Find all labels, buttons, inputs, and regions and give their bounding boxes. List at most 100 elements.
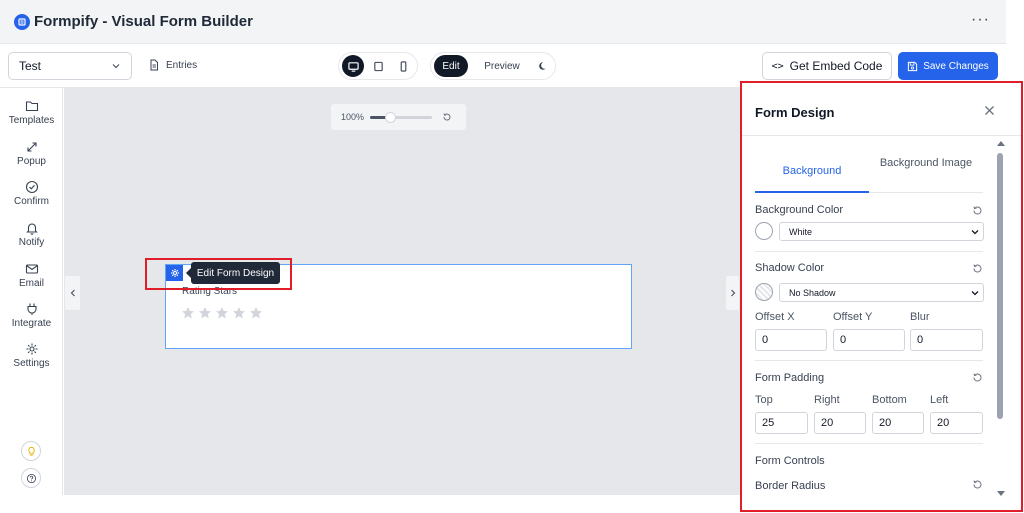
padding-top-label: Top bbox=[755, 394, 773, 406]
zoom-slider-thumb[interactable] bbox=[385, 111, 397, 123]
edit-mode-button[interactable]: Edit bbox=[434, 55, 468, 77]
document-icon bbox=[150, 59, 158, 71]
entries-link[interactable]: Entries bbox=[148, 59, 197, 71]
padding-left-input[interactable]: 20 bbox=[930, 412, 983, 434]
sidebar-item-confirm[interactable]: Confirm bbox=[0, 180, 63, 207]
scroll-down-arrow[interactable] bbox=[997, 491, 1005, 496]
app-title: Formpify - Visual Form Builder bbox=[34, 13, 253, 30]
save-label: Save Changes bbox=[923, 60, 989, 72]
scroll-up-arrow[interactable] bbox=[997, 141, 1005, 146]
sidebar-item-settings[interactable]: Settings bbox=[0, 342, 63, 369]
padding-right-input[interactable]: 20 bbox=[814, 412, 866, 434]
sidebar-item-integrate[interactable]: Integrate bbox=[0, 302, 63, 329]
form-canvas: 100% Rating Stars Edit Form Design bbox=[64, 88, 740, 495]
form-select[interactable]: Test bbox=[8, 52, 132, 80]
sidebar-item-label: Confirm bbox=[13, 196, 49, 207]
padding-top-input[interactable]: 25 bbox=[755, 412, 808, 434]
shadow-color-swatch[interactable] bbox=[755, 283, 773, 301]
reset-icon[interactable] bbox=[972, 263, 983, 274]
sidebar-item-templates[interactable]: Templates bbox=[0, 99, 63, 126]
padding-bottom-input[interactable]: 20 bbox=[872, 412, 924, 434]
padding-right-label: Right bbox=[814, 394, 840, 406]
reset-icon[interactable] bbox=[972, 372, 983, 383]
tab-background[interactable]: Background bbox=[755, 155, 869, 193]
sidebar-item-label: Integrate bbox=[11, 318, 52, 329]
collapse-sidebar-button[interactable] bbox=[64, 275, 81, 311]
preview-mode-button[interactable]: Preview bbox=[474, 55, 530, 77]
divider bbox=[755, 251, 983, 252]
offset-y-input[interactable]: 0 bbox=[833, 329, 905, 351]
background-color-swatch[interactable] bbox=[755, 222, 773, 240]
device-toggle-group bbox=[338, 52, 418, 80]
rating-stars[interactable] bbox=[181, 306, 266, 320]
form-padding-label: Form Padding bbox=[755, 372, 825, 384]
divider bbox=[755, 443, 983, 444]
help-icon bbox=[26, 473, 36, 483]
sidebar: Templates Popup Confirm Notify Email Int… bbox=[0, 88, 63, 495]
chevron-left-icon bbox=[70, 289, 75, 297]
sidebar-item-email[interactable]: Email bbox=[0, 262, 63, 289]
blur-input[interactable]: 0 bbox=[910, 329, 983, 351]
zoom-slider[interactable] bbox=[370, 111, 433, 123]
sidebar-item-label: Templates bbox=[8, 115, 55, 126]
form-design-panel: Form Design Background Background Image … bbox=[740, 81, 1023, 512]
folder-icon bbox=[25, 101, 38, 112]
offset-x-input[interactable]: 0 bbox=[755, 329, 827, 351]
panel-tabs: Background Background Image bbox=[755, 155, 983, 193]
padding-bottom-label: Bottom bbox=[872, 394, 907, 406]
monitor-icon bbox=[347, 61, 359, 72]
gear-icon bbox=[26, 343, 37, 355]
tablet-view-button[interactable] bbox=[367, 55, 389, 77]
offset-y-label: Offset Y bbox=[833, 311, 873, 323]
help-button[interactable] bbox=[21, 468, 41, 488]
highlight-box bbox=[145, 258, 292, 290]
star-icon[interactable] bbox=[249, 306, 263, 320]
shadow-color-value: No Shadow bbox=[789, 287, 836, 298]
star-icon[interactable] bbox=[215, 306, 229, 320]
chevron-down-icon bbox=[971, 230, 979, 235]
chevron-down-icon bbox=[112, 64, 120, 69]
mail-icon bbox=[25, 264, 38, 274]
reset-zoom-icon[interactable] bbox=[442, 112, 452, 122]
expand-panel-button[interactable] bbox=[725, 275, 740, 311]
reset-icon[interactable] bbox=[972, 205, 983, 216]
star-icon[interactable] bbox=[198, 306, 212, 320]
panel-title: Form Design bbox=[755, 105, 835, 120]
desktop-view-button[interactable] bbox=[342, 55, 364, 77]
star-icon[interactable] bbox=[181, 306, 195, 320]
phone-icon bbox=[400, 60, 406, 72]
save-changes-button[interactable]: Save Changes bbox=[898, 52, 998, 80]
sidebar-item-label: Email bbox=[18, 278, 44, 289]
lightbulb-icon bbox=[27, 446, 35, 456]
shadow-color-select[interactable]: No Shadow bbox=[779, 283, 984, 302]
background-color-select[interactable]: White bbox=[779, 222, 984, 241]
border-radius-label: Border Radius bbox=[755, 480, 826, 492]
code-icon: <> bbox=[771, 60, 784, 72]
reset-icon[interactable] bbox=[972, 479, 983, 490]
sidebar-item-label: Popup bbox=[17, 156, 46, 167]
star-icon[interactable] bbox=[232, 306, 246, 320]
panel-header: Form Design bbox=[742, 83, 1021, 136]
mobile-view-button[interactable] bbox=[392, 55, 414, 77]
get-embed-code-button[interactable]: <> Get Embed Code bbox=[762, 52, 892, 80]
shadow-color-label: Shadow Color bbox=[755, 262, 825, 274]
lightbulb-button[interactable] bbox=[21, 441, 41, 461]
app-logo-icon bbox=[14, 13, 30, 30]
zoom-control: 100% bbox=[330, 103, 467, 131]
panel-scrollbar[interactable] bbox=[995, 141, 1005, 500]
sidebar-item-popup[interactable]: Popup bbox=[0, 140, 63, 167]
entries-label: Entries bbox=[166, 59, 198, 71]
chevron-right-icon bbox=[730, 289, 735, 297]
title-bar: Formpify - Visual Form Builder ··· bbox=[0, 0, 1006, 44]
blur-label: Blur bbox=[910, 311, 930, 323]
background-color-label: Background Color bbox=[755, 204, 844, 216]
more-options-button[interactable]: ··· bbox=[971, 12, 990, 28]
sidebar-item-notify[interactable]: Notify bbox=[0, 221, 63, 248]
sidebar-item-label: Notify bbox=[18, 237, 45, 248]
padding-left-label: Left bbox=[930, 394, 949, 406]
tab-background-image[interactable]: Background Image bbox=[869, 155, 983, 193]
scrollbar-thumb[interactable] bbox=[997, 153, 1003, 419]
close-icon[interactable] bbox=[984, 105, 995, 116]
form-select-value: Test bbox=[19, 59, 42, 73]
dark-mode-button[interactable] bbox=[532, 55, 552, 77]
